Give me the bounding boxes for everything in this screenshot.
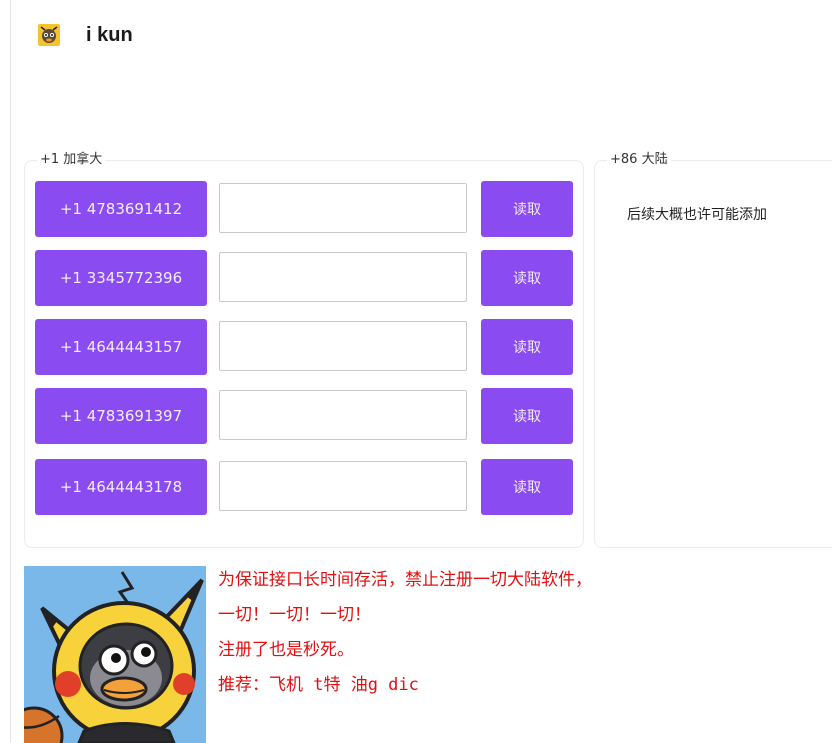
notice-line: 推荐：飞机 t特 油g dic <box>218 675 419 695</box>
china-panel: +86 大陆 后续大概也许可能添加 <box>594 152 832 548</box>
read-button[interactable]: 读取 <box>481 181 573 237</box>
phone-number-button[interactable]: +1 3345772396 <box>35 250 207 306</box>
read-button[interactable]: 读取 <box>481 459 573 515</box>
sms-code-input[interactable] <box>219 321 467 371</box>
phone-number-button[interactable]: +1 4644443157 <box>35 319 207 375</box>
mascot-image <box>24 566 206 743</box>
canada-panel: +1 加拿大 +1 4783691412 读取 +1 3345772396 读取… <box>24 152 584 548</box>
page: i kun +1 加拿大 +1 4783691412 读取 +1 3345772… <box>0 0 832 743</box>
usage-notice: 为保证接口长时间存活，禁止注册一切大陆软件， 一切！一切！一切！ 注册了也是秒死… <box>218 566 592 706</box>
phone-number-button[interactable]: +1 4644443178 <box>35 459 207 515</box>
canada-panel-legend: +1 加拿大 <box>37 152 106 168</box>
phone-number-button[interactable]: +1 4783691397 <box>35 388 207 444</box>
pikachu-kun-mascot-icon <box>24 566 206 743</box>
sms-code-input[interactable] <box>219 183 467 233</box>
notice-line: 一切！一切！一切！ <box>218 605 371 625</box>
read-button[interactable]: 读取 <box>481 319 573 375</box>
app-header: i kun <box>38 21 133 49</box>
phone-number-button[interactable]: +1 4783691412 <box>35 181 207 237</box>
sms-code-input[interactable] <box>219 461 467 511</box>
sms-code-input[interactable] <box>219 390 467 440</box>
china-panel-note: 后续大概也许可能添加 <box>627 207 767 223</box>
kun-mascot-icon <box>38 24 60 46</box>
app-title: i kun <box>86 23 133 46</box>
left-divider <box>10 0 11 743</box>
read-button[interactable]: 读取 <box>481 250 573 306</box>
read-button[interactable]: 读取 <box>481 388 573 444</box>
china-panel-legend: +86 大陆 <box>607 152 671 168</box>
notice-line: 为保证接口长时间存活，禁止注册一切大陆软件， <box>218 570 592 590</box>
sms-code-input[interactable] <box>219 252 467 302</box>
notice-line: 注册了也是秒死。 <box>218 640 354 660</box>
